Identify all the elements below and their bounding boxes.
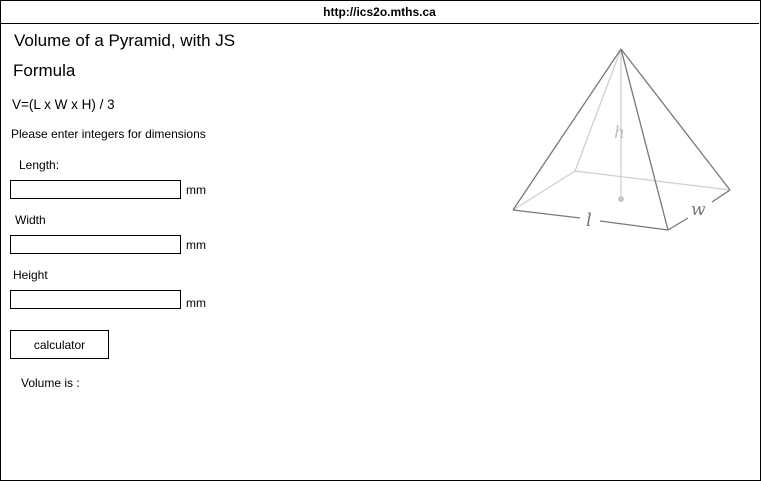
pyramid-diagram: h l w <box>512 48 731 231</box>
formula-text: V=(L x W x H) / 3 <box>12 97 115 112</box>
pyramid-edge <box>512 209 581 219</box>
page-title-line2: Formula <box>13 61 76 80</box>
pyramid-edge <box>620 48 669 231</box>
height-label: Height <box>13 268 48 282</box>
pyramid-edge <box>599 220 669 231</box>
pyramid-h-label: h <box>614 123 625 143</box>
pyramid-hidden-edge <box>574 170 731 191</box>
length-input[interactable] <box>10 180 181 199</box>
pyramid-edge <box>512 48 622 211</box>
length-label: Length: <box>19 158 60 172</box>
pyramid-w-label: w <box>691 200 706 220</box>
url-bar[interactable]: http://ics2o.mths.ca <box>0 0 759 24</box>
volume-result-label: Volume is : <box>21 376 80 390</box>
pyramid-hidden-edge <box>574 48 622 172</box>
pyramid-edge <box>620 48 731 191</box>
page-title-line1: Volume of a Pyramid, with JS <box>14 31 236 50</box>
pyramid-hidden-edge <box>512 170 576 211</box>
calculate-button[interactable]: calculator <box>10 330 109 359</box>
width-input[interactable] <box>10 235 181 254</box>
instructions-text: Please enter integers for dimensions <box>11 127 206 141</box>
pyramid-edge <box>711 189 731 203</box>
width-unit: mm <box>186 238 206 252</box>
width-label: Width <box>15 213 46 227</box>
height-unit: mm <box>186 296 206 310</box>
length-unit: mm <box>186 183 206 197</box>
pyramid-base-center <box>618 196 624 202</box>
pyramid-edge <box>667 217 689 231</box>
pyramid-l-label: l <box>586 210 592 231</box>
height-input[interactable] <box>10 290 181 309</box>
